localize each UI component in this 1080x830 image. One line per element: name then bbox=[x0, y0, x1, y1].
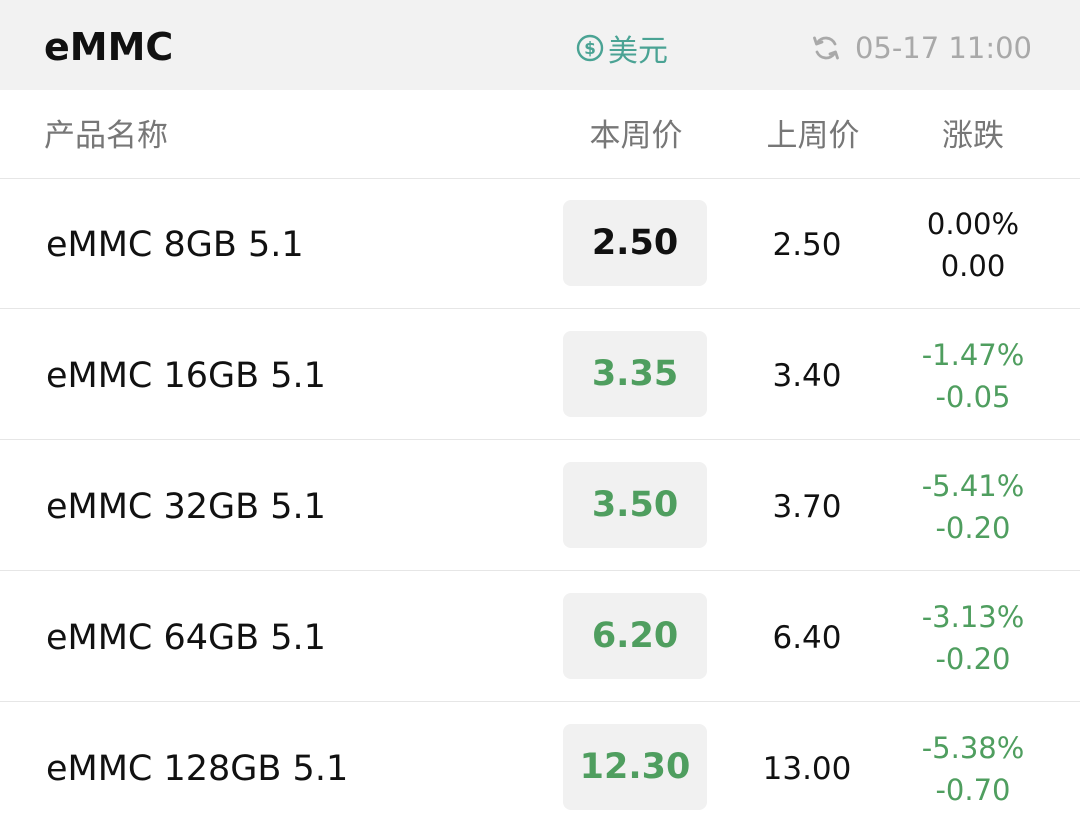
svg-text:$: $ bbox=[584, 39, 596, 59]
current-price: 3.50 bbox=[563, 462, 707, 548]
change-percent: -5.38% bbox=[921, 731, 1025, 765]
price-page: eMMC $ 美元 05-17 11:00 产品名称 本周价 上周价 涨跌 eM… bbox=[0, 0, 1080, 830]
product-name: eMMC 64GB 5.1 bbox=[46, 618, 326, 658]
previous-price: 3.40 bbox=[772, 358, 842, 394]
price-change: -5.41% -0.20 bbox=[898, 464, 1048, 550]
page-title: eMMC bbox=[44, 25, 174, 69]
current-price: 6.20 bbox=[563, 593, 707, 679]
current-price: 12.30 bbox=[563, 724, 707, 810]
currency-label: 美元 bbox=[608, 34, 668, 69]
table-row[interactable]: eMMC 32GB 5.1 3.50 3.70 -5.41% -0.20 bbox=[0, 440, 1080, 571]
column-header-name: 产品名称 bbox=[44, 118, 168, 154]
change-amount: -0.70 bbox=[935, 773, 1011, 807]
change-percent: -3.13% bbox=[921, 600, 1025, 634]
refresh-icon bbox=[813, 36, 839, 60]
currency-toggle[interactable]: $ 美元 bbox=[576, 28, 668, 69]
change-amount: -0.20 bbox=[935, 642, 1011, 676]
price-change: -5.38% -0.70 bbox=[898, 726, 1048, 812]
current-price: 3.35 bbox=[563, 331, 707, 417]
table-header: 产品名称 本周价 上周价 涨跌 bbox=[0, 90, 1080, 179]
change-percent: -1.47% bbox=[921, 338, 1025, 372]
previous-price: 13.00 bbox=[762, 751, 852, 787]
column-header-change[interactable]: 涨跌 bbox=[900, 90, 1046, 178]
product-name: eMMC 16GB 5.1 bbox=[46, 356, 326, 396]
current-price: 2.50 bbox=[563, 200, 707, 286]
change-percent: -5.41% bbox=[921, 469, 1025, 503]
column-header-last-week[interactable]: 上周价 bbox=[740, 90, 886, 178]
product-name: eMMC 8GB 5.1 bbox=[46, 225, 304, 265]
table-row[interactable]: eMMC 16GB 5.1 3.35 3.40 -1.47% -0.05 bbox=[0, 309, 1080, 440]
price-change: -1.47% -0.05 bbox=[898, 333, 1048, 419]
product-name: eMMC 128GB 5.1 bbox=[46, 749, 349, 789]
table-row[interactable]: eMMC 128GB 5.1 12.30 13.00 -5.38% -0.70 bbox=[0, 702, 1080, 830]
column-header-this-week[interactable]: 本周价 bbox=[566, 90, 706, 178]
change-amount: 0.00 bbox=[940, 249, 1006, 283]
change-percent: 0.00% bbox=[926, 207, 1020, 241]
timestamp-text: 05-17 11:00 bbox=[854, 31, 1032, 65]
price-change: 0.00% 0.00 bbox=[898, 202, 1048, 288]
refresh-timestamp[interactable]: 05-17 11:00 bbox=[811, 28, 1032, 68]
dollar-circle-icon: $ bbox=[576, 34, 604, 62]
table-row[interactable]: eMMC 64GB 5.1 6.20 6.40 -3.13% -0.20 bbox=[0, 571, 1080, 702]
previous-price: 2.50 bbox=[772, 227, 842, 263]
previous-price: 6.40 bbox=[772, 620, 842, 656]
product-name: eMMC 32GB 5.1 bbox=[46, 487, 326, 527]
price-change: -3.13% -0.20 bbox=[898, 595, 1048, 681]
table-row[interactable]: eMMC 8GB 5.1 2.50 2.50 0.00% 0.00 bbox=[0, 178, 1080, 309]
previous-price: 3.70 bbox=[772, 489, 842, 525]
change-amount: -0.20 bbox=[935, 511, 1011, 545]
change-amount: -0.05 bbox=[935, 380, 1011, 414]
top-bar: eMMC $ 美元 05-17 11:00 bbox=[0, 0, 1080, 90]
